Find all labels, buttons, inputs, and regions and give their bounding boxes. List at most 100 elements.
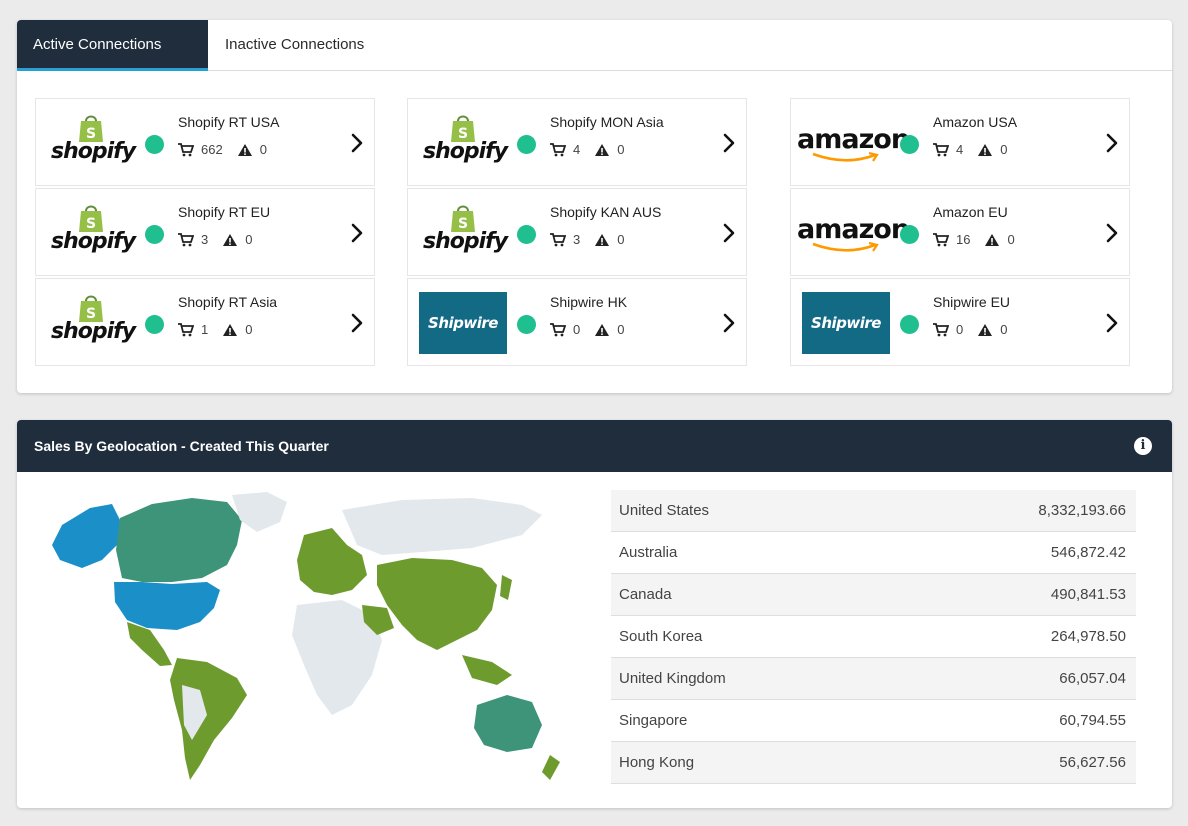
warning-count: 0 <box>259 142 267 157</box>
connection-stats: 10 <box>178 322 266 337</box>
map-region-australia <box>474 695 542 752</box>
warning-count: 0 <box>1007 232 1015 247</box>
info-icon[interactable]: i <box>1134 437 1152 455</box>
connection-name: Amazon USA <box>933 114 1018 130</box>
warning-icon <box>984 233 1000 247</box>
table-row: Canada 490,841.53 <box>611 574 1136 616</box>
country-name: Canada <box>619 586 672 603</box>
platform-logo: Shipwire <box>801 287 891 359</box>
tab-active-connections[interactable]: Active Connections <box>17 20 208 71</box>
tab-inactive-connections[interactable]: Inactive Connections <box>209 20 380 71</box>
platform-logo: Sshopify <box>46 197 136 269</box>
order-count: 4 <box>956 142 964 157</box>
warning-icon <box>594 323 610 337</box>
connection-stats: 30 <box>550 232 638 247</box>
warning-icon <box>222 233 238 247</box>
cart-icon <box>550 232 567 247</box>
connection-stats: 00 <box>550 322 638 337</box>
shopify-logo: Sshopify <box>51 293 136 353</box>
chevron-right-icon[interactable] <box>350 222 364 244</box>
geo-sales-panel: Sales By Geolocation - Created This Quar… <box>17 420 1172 808</box>
cart-icon <box>178 232 195 247</box>
country-name: United Kingdom <box>619 670 726 687</box>
status-dot <box>900 135 919 154</box>
cart-icon <box>550 322 567 337</box>
connection-card[interactable]: Shipwire Shipwire HK 0 0 <box>407 278 747 366</box>
table-row: Singapore 60,794.55 <box>611 700 1136 742</box>
table-row: Australia 546,872.42 <box>611 532 1136 574</box>
map-region-asia <box>377 558 497 650</box>
sales-amount: 264,978.50 <box>1050 628 1126 645</box>
connection-name: Shopify RT Asia <box>178 294 278 310</box>
shipwire-logo: Shipwire <box>419 292 507 354</box>
warning-icon <box>594 233 610 247</box>
connection-name: Shopify RT USA <box>178 114 280 130</box>
amazon-wordmark: amazon <box>797 124 910 155</box>
order-count: 3 <box>573 232 581 247</box>
connection-name: Shopify MON Asia <box>550 114 664 130</box>
shopify-wordmark: shopify <box>51 229 136 254</box>
map-region-usa <box>114 582 220 630</box>
connections-panel: Active Connections Inactive Connections … <box>17 20 1172 393</box>
chevron-right-icon[interactable] <box>350 132 364 154</box>
order-count: 4 <box>573 142 581 157</box>
connection-card[interactable]: Sshopify Shopify MON Asia 4 0 <box>407 98 747 186</box>
connection-card[interactable]: amazon Amazon USA 4 0 <box>790 98 1130 186</box>
chevron-right-icon[interactable] <box>1105 132 1119 154</box>
platform-logo: amazon <box>797 197 910 269</box>
sales-amount: 490,841.53 <box>1050 586 1126 603</box>
platform-logo: Sshopify <box>418 107 508 179</box>
connection-card[interactable]: amazon Amazon EU 16 0 <box>790 188 1130 276</box>
status-dot <box>145 225 164 244</box>
connection-card[interactable]: Sshopify Shopify RT USA 662 0 <box>35 98 375 186</box>
shopify-logo: Sshopify <box>51 203 136 263</box>
shipwire-logo: Shipwire <box>802 292 890 354</box>
platform-logo: Sshopify <box>418 197 508 269</box>
chevron-right-icon[interactable] <box>1105 312 1119 334</box>
chevron-right-icon[interactable] <box>722 312 736 334</box>
warning-icon <box>977 323 993 337</box>
connection-card[interactable]: Sshopify Shopify RT EU 3 0 <box>35 188 375 276</box>
chevron-right-icon[interactable] <box>350 312 364 334</box>
sales-amount: 66,057.04 <box>1059 670 1126 687</box>
sales-amount: 8,332,193.66 <box>1038 502 1126 519</box>
map-region-canada <box>116 498 242 582</box>
connection-card[interactable]: Sshopify Shopify KAN AUS 3 0 <box>407 188 747 276</box>
warning-icon <box>237 143 253 157</box>
warning-icon <box>977 143 993 157</box>
order-count: 0 <box>573 322 581 337</box>
platform-logo: amazon <box>797 107 910 179</box>
connection-stats: 30 <box>178 232 266 247</box>
connection-card[interactable]: Sshopify Shopify RT Asia 1 0 <box>35 278 375 366</box>
cart-icon <box>178 142 195 157</box>
connection-name: Shipwire HK <box>550 294 628 310</box>
cart-icon <box>933 322 950 337</box>
shopify-wordmark: shopify <box>51 319 136 344</box>
shopify-wordmark: shopify <box>423 229 508 254</box>
country-name: Hong Kong <box>619 754 695 771</box>
map-region-japan <box>500 575 512 600</box>
order-count: 3 <box>201 232 209 247</box>
connection-tabs: Active Connections Inactive Connections <box>17 20 1172 71</box>
table-row: United States 8,332,193.66 <box>611 490 1136 532</box>
geo-panel-title: Sales By Geolocation - Created This Quar… <box>34 438 329 454</box>
chevron-right-icon[interactable] <box>722 222 736 244</box>
world-map <box>52 492 560 780</box>
connection-stats: 00 <box>933 322 1021 337</box>
country-name: United States <box>619 502 710 519</box>
country-name: Singapore <box>619 712 688 729</box>
chevron-right-icon[interactable] <box>722 132 736 154</box>
cart-icon <box>933 142 950 157</box>
shopify-wordmark: shopify <box>51 139 136 164</box>
chevron-right-icon[interactable] <box>1105 222 1119 244</box>
status-dot <box>145 315 164 334</box>
warning-count: 0 <box>1000 142 1008 157</box>
connection-stats: 16 0 <box>933 232 1029 247</box>
connection-card[interactable]: Shipwire Shipwire EU 0 0 <box>790 278 1130 366</box>
map-region-new-zealand <box>542 755 560 780</box>
connection-name: Shopify RT EU <box>178 204 271 220</box>
cart-icon <box>933 232 950 247</box>
warning-icon <box>594 143 610 157</box>
shopify-logo: Sshopify <box>423 113 508 173</box>
geo-sales-table: United States 8,332,193.66 Australia 546,87… <box>611 490 1136 784</box>
